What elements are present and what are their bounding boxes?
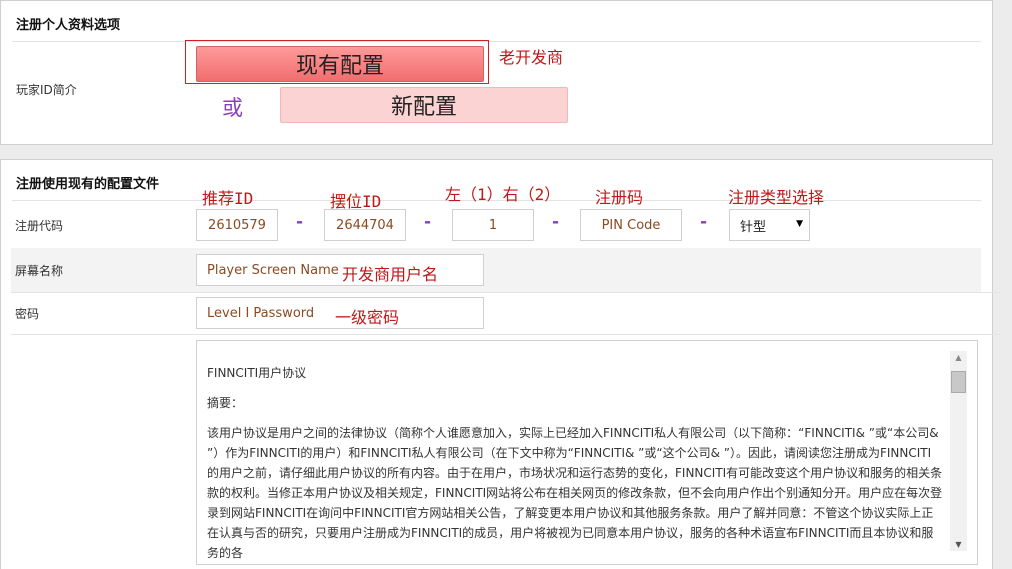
- annotation-old-developer: 老开发商: [499, 48, 564, 67]
- section-title-profile-options: 注册个人资料选项: [16, 18, 121, 33]
- scroll-down-arrow-icon[interactable]: ▼: [950, 540, 967, 549]
- annotation-left-right: 左（1）右（2）: [445, 185, 561, 204]
- annotation-dev-username: 开发商用户名: [342, 265, 439, 284]
- recommend-id-input[interactable]: 2610579: [196, 209, 278, 241]
- annotation-reg-code: 注册码: [595, 188, 644, 207]
- new-config-button[interactable]: 新配置: [280, 87, 568, 123]
- scroll-up-arrow-icon[interactable]: ▲: [950, 353, 967, 362]
- divider: [11, 334, 1001, 335]
- position-input[interactable]: 1: [452, 209, 534, 241]
- screen-name-row: [11, 248, 981, 292]
- current-config-button[interactable]: 现有配置: [196, 46, 484, 82]
- placement-id-input[interactable]: 2644704: [324, 209, 406, 241]
- user-agreement-text: FINNCITI用户协议 摘要： 该用户协议是用户之间的法律协议（简称个人谁愿意…: [207, 351, 943, 564]
- separator-dash: -: [700, 212, 708, 232]
- annotation-level1-password: 一级密码: [335, 308, 400, 327]
- reg-type-selected-value: 针型: [740, 219, 767, 235]
- separator-dash: -: [424, 212, 432, 232]
- or-text: 或: [222, 96, 243, 120]
- screen-name-input[interactable]: Player Screen Name: [196, 254, 484, 286]
- divider: [12, 41, 981, 42]
- separator-dash: -: [296, 212, 304, 232]
- agreement-body: 该用户协议是用户之间的法律协议（简称个人谁愿意加入，实际上已经加入FINNCIT…: [207, 426, 943, 560]
- reg-code-label: 注册代码: [15, 219, 64, 233]
- dropdown-arrow-icon: ▼: [796, 219, 803, 229]
- screen-name-label: 屏幕名称: [15, 264, 64, 278]
- reg-type-select[interactable]: 针型 ▼: [729, 209, 810, 241]
- agreement-title: FINNCITI用户协议: [207, 366, 307, 380]
- player-id-intro-label: 玩家ID简介: [16, 83, 77, 97]
- user-agreement-box[interactable]: FINNCITI用户协议 摘要： 该用户协议是用户之间的法律协议（简称个人谁愿意…: [196, 340, 978, 565]
- scrollbar-thumb[interactable]: [951, 371, 966, 393]
- annotation-recommend-id: 推荐ID: [202, 189, 254, 208]
- agreement-scrollbar[interactable]: ▲ ▼: [950, 351, 967, 551]
- agreement-summary-heading: 摘要：: [207, 396, 244, 410]
- section-title-existing-config: 注册使用现有的配置文件: [16, 177, 160, 192]
- password-label: 密码: [15, 307, 40, 321]
- annotation-reg-type: 注册类型选择: [728, 188, 825, 207]
- separator-dash: -: [552, 212, 560, 232]
- pin-code-input[interactable]: PIN Code: [580, 209, 682, 241]
- profile-options-panel: 注册个人资料选项 玩家ID简介: [0, 0, 993, 145]
- divider: [11, 292, 1001, 293]
